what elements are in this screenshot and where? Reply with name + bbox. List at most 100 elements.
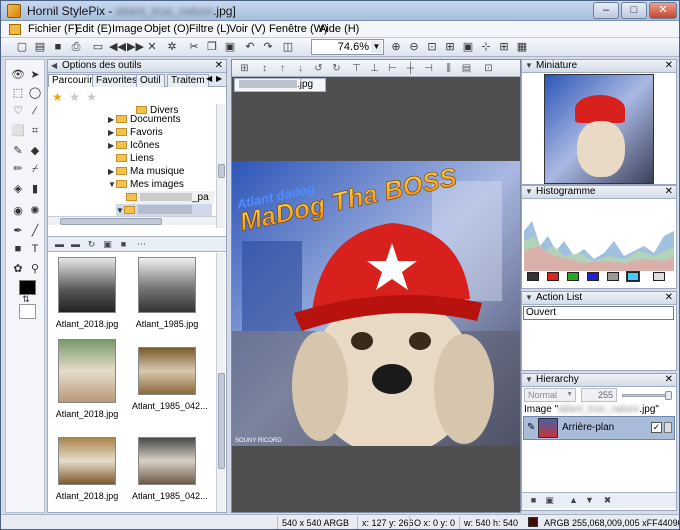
menu-edit[interactable]: Edit (E) xyxy=(75,23,112,35)
text-tool-icon[interactable]: T xyxy=(28,242,42,256)
channel-alpha-icon[interactable] xyxy=(607,272,620,281)
ellipse-select-icon[interactable]: ◯ xyxy=(28,86,42,100)
fit-screen-icon[interactable]: ⊡ xyxy=(425,40,439,54)
print-icon[interactable]: ⎙ xyxy=(69,40,83,54)
star-icon[interactable]: ★ xyxy=(69,90,83,104)
transform-icon[interactable]: ⌗ xyxy=(28,124,42,138)
channel-red-icon[interactable] xyxy=(547,272,560,281)
tab-traitement[interactable]: Traitem xyxy=(167,74,209,87)
folder-icon[interactable]: ▬ xyxy=(54,239,65,249)
move-tool-icon[interactable]: ➤ xyxy=(28,68,42,82)
eyedropper-icon[interactable]: ⌿ xyxy=(28,162,42,176)
close-icon[interactable]: ✕ xyxy=(665,186,673,198)
open-icon[interactable]: ▤ xyxy=(33,40,47,54)
histogram-options-icon[interactable] xyxy=(653,272,666,281)
channel-all-icon[interactable] xyxy=(626,271,641,282)
panel-toggle-icon[interactable]: ◫ xyxy=(281,40,295,54)
channel-rgb-icon[interactable] xyxy=(527,272,539,281)
arrow-up-icon[interactable]: ↑ xyxy=(276,62,289,75)
align-center-icon[interactable]: ┼ xyxy=(404,62,417,75)
align-right-icon[interactable]: ⊣ xyxy=(422,62,435,75)
tree-item-mes-images[interactable]: ▼ Mes images xyxy=(108,178,184,191)
save-icon[interactable]: ■ xyxy=(51,40,65,54)
actual-size-icon[interactable]: ⊞ xyxy=(443,40,457,54)
close-button[interactable]: ✕ xyxy=(649,2,677,19)
lock-icon[interactable] xyxy=(664,422,672,433)
rotate-left-icon[interactable]: ↺ xyxy=(312,62,325,75)
menu-view[interactable]: Voir (V) xyxy=(229,23,266,35)
thumbnail-item[interactable]: Atlant_1985_042... xyxy=(132,347,208,411)
star-icon[interactable]: ★ xyxy=(86,90,100,104)
channel-green-icon[interactable] xyxy=(567,272,580,281)
collapse-icon[interactable]: ▼ xyxy=(525,374,533,386)
ruler-icon[interactable]: ⊞ xyxy=(497,40,511,54)
close-icon[interactable]: ✕ xyxy=(215,60,223,72)
view-icon[interactable]: ▣ xyxy=(102,239,113,249)
arrange-icon[interactable]: ▤ xyxy=(460,62,473,75)
thumbnail-item[interactable]: Atlant_1985_042... xyxy=(132,437,208,501)
full-screen-icon[interactable]: ▣ xyxy=(461,40,475,54)
fill-tool-icon[interactable]: ◈ xyxy=(11,182,25,196)
line-tool-icon[interactable]: ╱ xyxy=(28,224,42,238)
lasso-tool-icon[interactable]: ♡ xyxy=(11,104,25,118)
collapse-icon[interactable]: ▼ xyxy=(525,186,533,198)
copy-icon[interactable]: ❐ xyxy=(205,40,219,54)
distribute-icon[interactable]: ⫼ xyxy=(442,62,455,75)
flip-vertical-icon[interactable]: ↕ xyxy=(258,62,271,75)
tree-item-icones[interactable]: ▶ Icônes xyxy=(108,139,159,152)
marquee-tool-icon[interactable]: ⬚ xyxy=(11,86,25,100)
menu-file[interactable]: Fichier (F) xyxy=(28,23,78,35)
delete-layer-icon[interactable]: ✖ xyxy=(602,495,613,506)
duplicate-layer-icon[interactable]: ▣ xyxy=(544,495,555,506)
tab-scroll-right-icon[interactable]: ▶ xyxy=(216,74,222,83)
menu-object[interactable]: Objet (O) xyxy=(144,23,189,35)
collapse-icon[interactable]: ▼ xyxy=(525,60,533,72)
collapse-icon[interactable]: ◀ xyxy=(51,60,57,72)
refresh-icon[interactable]: ↻ xyxy=(86,239,97,249)
menu-filter[interactable]: Filtre (L) xyxy=(189,23,230,35)
close-doc-icon[interactable]: ✕ xyxy=(145,40,159,54)
thumbnail-item[interactable]: Atlant_2018.jpg xyxy=(52,437,122,501)
menu-help[interactable]: Aide (H) xyxy=(319,23,359,35)
eraser-tool-icon[interactable]: ◆ xyxy=(28,144,42,158)
delete-icon[interactable]: ■ xyxy=(118,239,129,249)
tab-outil[interactable]: Outil xyxy=(136,74,165,87)
opacity-field[interactable]: 255 xyxy=(581,388,617,402)
miniature-preview[interactable] xyxy=(544,74,654,184)
close-icon[interactable]: ✕ xyxy=(665,292,673,304)
zoom-dropdown-icon[interactable]: ▼ xyxy=(371,41,382,53)
tree-item-ma-musique[interactable]: ▶ Ma musique xyxy=(108,165,184,178)
zoom-field[interactable]: 74.6% ▼ xyxy=(311,39,384,55)
tab-favorites[interactable]: Favorites xyxy=(92,74,142,87)
blend-mode-select[interactable]: Normal ▼ xyxy=(524,388,576,402)
star-icon[interactable]: ★ xyxy=(52,90,66,104)
expand-icon[interactable]: ▶ xyxy=(108,139,116,152)
grid-icon[interactable]: ⊹ xyxy=(479,40,493,54)
thumbnail-item[interactable]: Atlant_2018.jpg xyxy=(52,257,122,329)
pen-tool-icon[interactable]: ✒ xyxy=(11,224,25,238)
tree-item-subfolder[interactable]: _pa xyxy=(126,191,214,204)
more-icon[interactable]: ⋯ xyxy=(136,239,147,249)
shape-tool-icon[interactable]: ■ xyxy=(11,242,25,256)
expand-icon[interactable]: ▶ xyxy=(108,126,116,139)
align-top-icon[interactable]: ⊤ xyxy=(350,62,363,75)
background-color-swatch[interactable] xyxy=(19,304,36,319)
view-tool-icon[interactable]: 👁 xyxy=(11,68,25,82)
align-left-icon[interactable]: ⊢ xyxy=(386,62,399,75)
new-layer-icon[interactable]: ■ xyxy=(528,495,539,506)
layer-visible-checkbox[interactable]: ✓ xyxy=(651,422,662,433)
scroll-thumb[interactable] xyxy=(218,164,225,178)
zoom-tool-icon[interactable]: ⚲ xyxy=(28,262,42,276)
settings-icon[interactable]: ✲ xyxy=(165,40,179,54)
tab-parcourir[interactable]: Parcourir xyxy=(48,74,97,87)
sharpen-icon[interactable]: ✺ xyxy=(28,204,42,218)
monitor-icon[interactable]: ▭ xyxy=(91,40,105,54)
rating-filter[interactable]: ★ ★ ★ xyxy=(52,90,100,104)
rotate-right-icon[interactable]: ↻ xyxy=(330,62,343,75)
opacity-slider[interactable] xyxy=(622,391,672,400)
document-tab[interactable]: .jpg xyxy=(234,78,326,92)
move-down-icon[interactable]: ▼ xyxy=(584,495,595,506)
pencil-tool-icon[interactable]: ✏ xyxy=(11,162,25,176)
channel-blue-icon[interactable] xyxy=(587,272,600,281)
crop-icon[interactable]: ⬜ xyxy=(11,124,25,138)
